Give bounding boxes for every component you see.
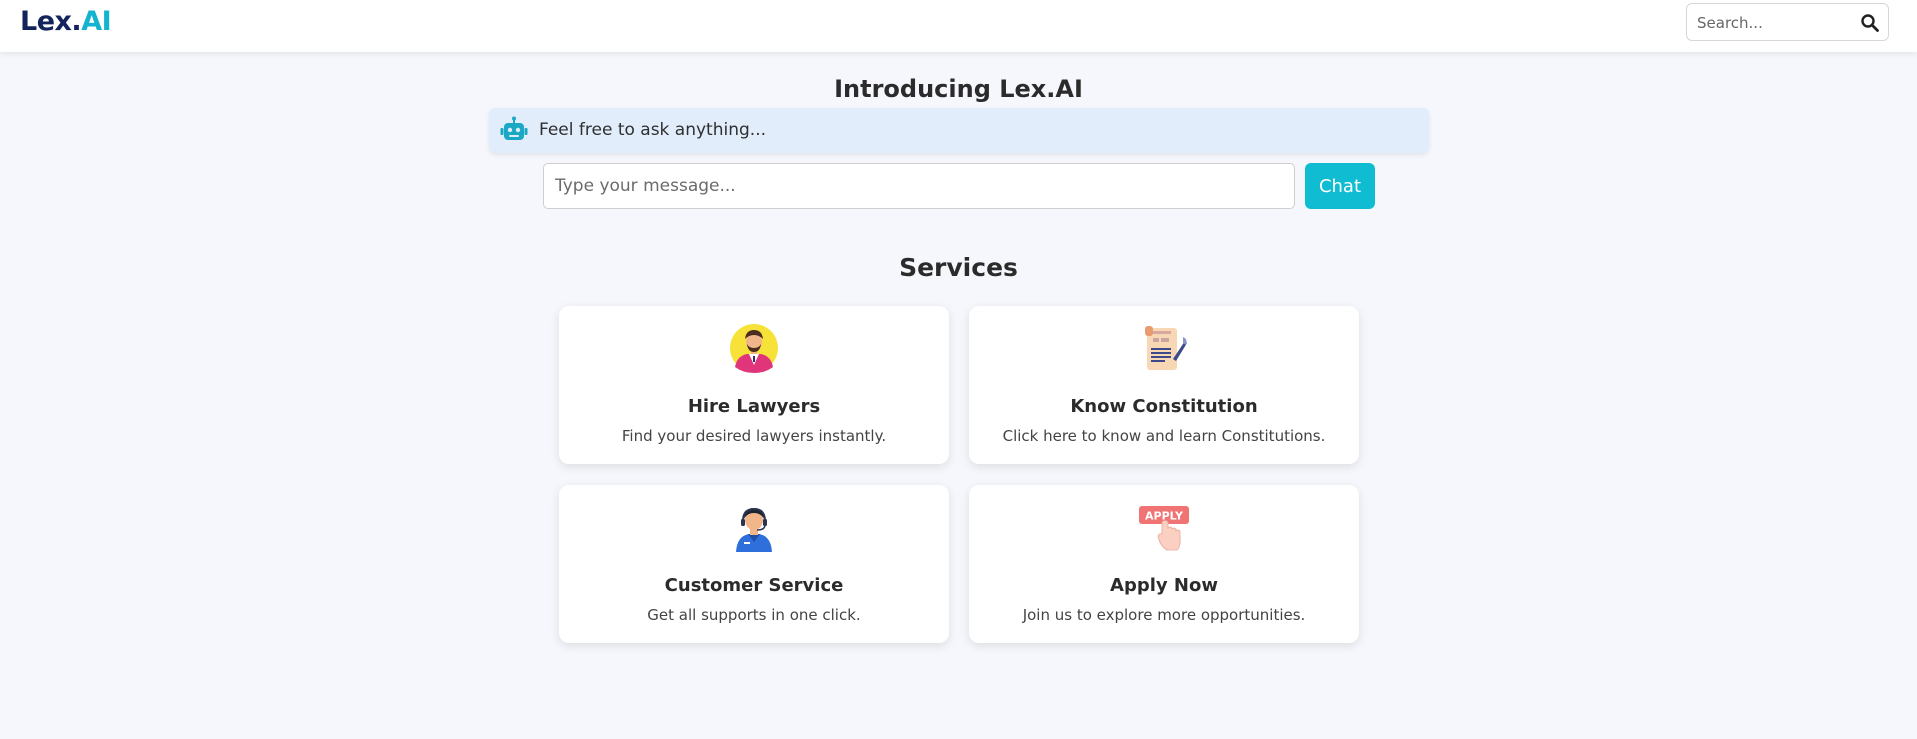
chat-button[interactable]: Chat <box>1305 163 1375 209</box>
card-description: Get all supports in one click. <box>647 606 861 624</box>
card-description: Click here to know and learn Constitutio… <box>1002 427 1326 445</box>
logo-text: Lex. <box>20 6 82 37</box>
card-title: Know Constitution <box>1070 396 1258 417</box>
logo-accent-text: AI <box>81 6 112 37</box>
search-icon[interactable] <box>1860 13 1880 33</box>
card-title: Apply Now <box>1110 575 1218 596</box>
search-input[interactable] <box>1697 12 1857 34</box>
search-box <box>1686 3 1889 41</box>
bot-message-bar: Feel free to ask anything... <box>489 108 1429 153</box>
bot-message-text: Feel free to ask anything... <box>539 120 767 140</box>
card-description: Join us to explore more opportunities. <box>1022 606 1306 624</box>
support-agent-icon <box>729 502 779 552</box>
apply-icon: APPLY <box>1139 502 1189 552</box>
service-card-customer-service[interactable]: Customer Service Get all supports in one… <box>559 485 949 643</box>
service-card-apply-now[interactable]: APPLY Apply Now Join us to explore more … <box>969 485 1359 643</box>
service-card-hire-lawyers[interactable]: Hire Lawyers Find your desired lawyers i… <box>559 306 949 464</box>
lawyer-icon <box>729 323 779 373</box>
card-description: Find your desired lawyers instantly. <box>621 427 887 445</box>
intro-title: Introducing Lex.AI <box>834 75 1083 103</box>
constitution-scroll-icon <box>1139 323 1189 373</box>
card-title: Hire Lawyers <box>687 396 821 417</box>
navbar: Lex.AI <box>0 0 1917 52</box>
card-title: Customer Service <box>664 575 844 596</box>
logo[interactable]: Lex.AI <box>20 6 112 37</box>
robot-icon <box>499 116 529 146</box>
message-input[interactable] <box>543 163 1295 209</box>
service-card-know-constitution[interactable]: Know Constitution Click here to know and… <box>969 306 1359 464</box>
services-title: Services <box>899 253 1018 282</box>
